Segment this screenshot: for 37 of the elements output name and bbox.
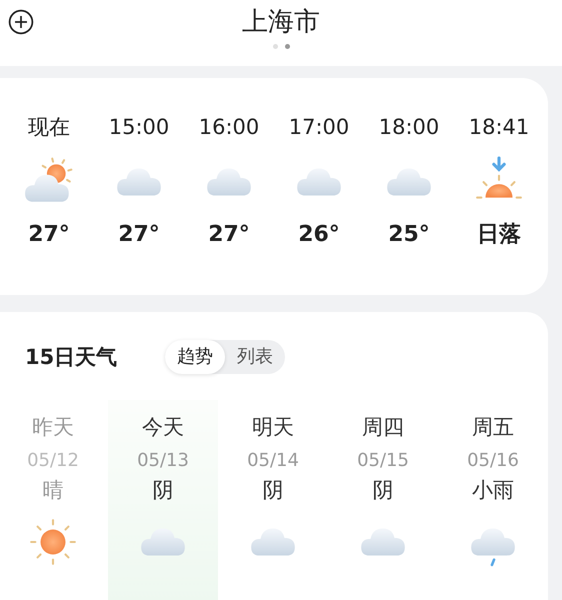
selected-day-column[interactable]: 今天 05/13 阴 [108, 400, 218, 600]
hour-label: 16:00 [198, 114, 260, 141]
weather-condition: 小雨 [472, 477, 514, 504]
day-column[interactable]: 周五 05/16 小雨 [438, 400, 548, 600]
date-label: 05/15 [357, 449, 409, 473]
hour-label: 17:00 [288, 114, 350, 141]
hour-label: 15:00 [108, 114, 170, 141]
city-title: 上海市 [242, 6, 320, 39]
temperature: 27° [28, 221, 70, 249]
date-label: 05/12 [27, 449, 79, 473]
day-label: 周五 [472, 414, 514, 441]
hour-label: 18:41 [468, 114, 530, 141]
hour-label: 现在 [28, 114, 70, 141]
weather-condition: 阴 [372, 477, 394, 504]
day-label: 明天 [252, 414, 294, 441]
temperature: 25° [388, 221, 430, 249]
view-tab[interactable]: 趋势 [165, 340, 225, 374]
weather-condition: 晴 [42, 477, 64, 504]
date-label: 05/13 [137, 449, 189, 473]
day-label: 今天 [142, 414, 184, 441]
add-icon[interactable] [8, 9, 34, 35]
section-title: 15日天气 [25, 344, 118, 371]
view-tab[interactable]: 列表 [225, 340, 285, 374]
day-column[interactable]: 明天 05/14 阴 [218, 400, 328, 600]
date-label: 05/14 [247, 449, 299, 473]
sun-icon [27, 516, 79, 568]
hour-label: 18:00 [378, 114, 440, 141]
day-column[interactable]: 周四 05/15 阴 [328, 400, 438, 600]
day-label: 周四 [362, 414, 404, 441]
day-label: 昨天 [32, 414, 74, 441]
temperature: 27° [208, 221, 250, 249]
temperature: 26° [298, 221, 340, 249]
date-label: 05/16 [467, 449, 519, 473]
weather-condition: 阴 [152, 477, 174, 504]
temperature: 27° [118, 221, 160, 249]
temperature: 日落 [477, 221, 521, 249]
weather-condition: 阴 [262, 477, 284, 504]
